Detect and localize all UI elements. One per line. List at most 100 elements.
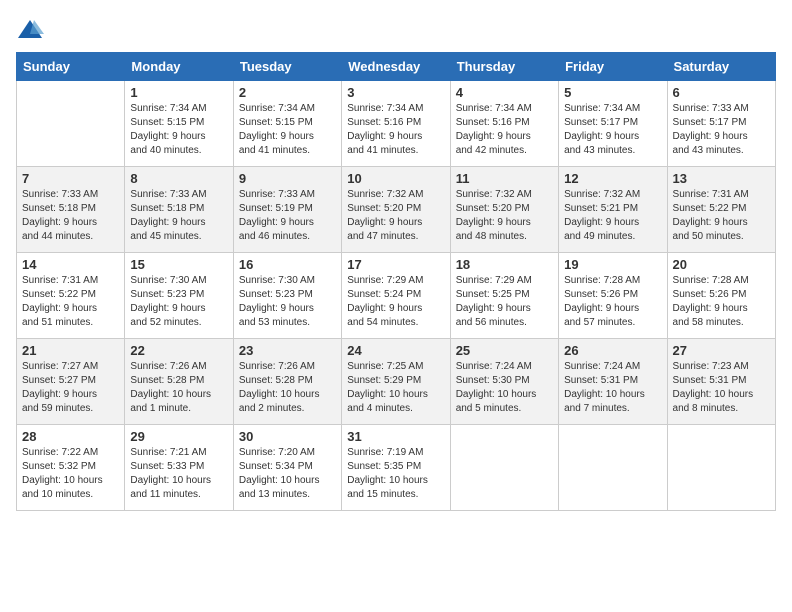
calendar-cell: 15 Sunrise: 7:30 AM Sunset: 5:23 PM Dayli… bbox=[125, 253, 233, 339]
day-info: Sunrise: 7:28 AM Sunset: 5:26 PM Dayligh… bbox=[673, 274, 770, 330]
day-number: 30 bbox=[239, 429, 336, 444]
calendar-cell: 28 Sunrise: 7:22 AM Sunset: 5:32 PM Dayli… bbox=[17, 425, 125, 511]
day-info: Sunrise: 7:34 AM Sunset: 5:16 PM Dayligh… bbox=[347, 102, 444, 158]
day-number: 27 bbox=[673, 343, 770, 358]
day-number: 20 bbox=[673, 257, 770, 272]
day-number: 17 bbox=[347, 257, 444, 272]
day-number: 25 bbox=[456, 343, 553, 358]
calendar-cell: 7 Sunrise: 7:33 AM Sunset: 5:18 PM Daylig… bbox=[17, 167, 125, 253]
calendar-week-row: 1 Sunrise: 7:34 AM Sunset: 5:15 PM Daylig… bbox=[17, 81, 776, 167]
day-number: 6 bbox=[673, 85, 770, 100]
calendar-cell: 23 Sunrise: 7:26 AM Sunset: 5:28 PM Dayli… bbox=[233, 339, 341, 425]
logo-icon bbox=[16, 16, 44, 44]
day-number: 18 bbox=[456, 257, 553, 272]
calendar-cell: 19 Sunrise: 7:28 AM Sunset: 5:26 PM Dayli… bbox=[559, 253, 667, 339]
calendar-cell: 25 Sunrise: 7:24 AM Sunset: 5:30 PM Dayli… bbox=[450, 339, 558, 425]
calendar-cell: 2 Sunrise: 7:34 AM Sunset: 5:15 PM Daylig… bbox=[233, 81, 341, 167]
day-header-sunday: Sunday bbox=[17, 53, 125, 81]
day-number: 3 bbox=[347, 85, 444, 100]
page-header bbox=[16, 16, 776, 44]
day-number: 4 bbox=[456, 85, 553, 100]
calendar-week-row: 14Sunrise: 7:31 AM Sunset: 5:22 PM Dayli… bbox=[17, 253, 776, 339]
logo bbox=[16, 16, 48, 44]
day-info: Sunrise: 7:30 AM Sunset: 5:23 PM Dayligh… bbox=[130, 274, 227, 330]
day-info: Sunrise: 7:22 AM Sunset: 5:32 PM Dayligh… bbox=[22, 446, 119, 502]
day-number: 2 bbox=[239, 85, 336, 100]
day-number: 19 bbox=[564, 257, 661, 272]
day-info: Sunrise: 7:24 AM Sunset: 5:30 PM Dayligh… bbox=[456, 360, 553, 416]
calendar-cell: 18 Sunrise: 7:29 AM Sunset: 5:25 PM Dayli… bbox=[450, 253, 558, 339]
calendar-cell bbox=[559, 425, 667, 511]
day-number: 1 bbox=[130, 85, 227, 100]
calendar-cell: 11 Sunrise: 7:32 AM Sunset: 5:20 PM Dayli… bbox=[450, 167, 558, 253]
day-info: Sunrise: 7:33 AM Sunset: 5:18 PM Dayligh… bbox=[130, 188, 227, 244]
calendar-cell: 4 Sunrise: 7:34 AM Sunset: 5:16 PM Daylig… bbox=[450, 81, 558, 167]
calendar-cell: 20 Sunrise: 7:28 AM Sunset: 5:26 PM Dayli… bbox=[667, 253, 775, 339]
day-info: Sunrise: 7:29 AM Sunset: 5:24 PM Dayligh… bbox=[347, 274, 444, 330]
calendar-cell: 12 Sunrise: 7:32 AM Sunset: 5:21 PM Dayli… bbox=[559, 167, 667, 253]
day-info: Sunrise: 7:33 AM Sunset: 5:19 PM Dayligh… bbox=[239, 188, 336, 244]
calendar-cell: 14Sunrise: 7:31 AM Sunset: 5:22 PM Dayli… bbox=[17, 253, 125, 339]
day-number: 31 bbox=[347, 429, 444, 444]
day-info: Sunrise: 7:34 AM Sunset: 5:16 PM Dayligh… bbox=[456, 102, 553, 158]
day-info: Sunrise: 7:28 AM Sunset: 5:26 PM Dayligh… bbox=[564, 274, 661, 330]
calendar-cell: 22 Sunrise: 7:26 AM Sunset: 5:28 PM Dayli… bbox=[125, 339, 233, 425]
calendar-cell: 9 Sunrise: 7:33 AM Sunset: 5:19 PM Daylig… bbox=[233, 167, 341, 253]
day-number: 22 bbox=[130, 343, 227, 358]
calendar-cell: 13Sunrise: 7:31 AM Sunset: 5:22 PM Dayli… bbox=[667, 167, 775, 253]
day-number: 24 bbox=[347, 343, 444, 358]
day-info: Sunrise: 7:34 AM Sunset: 5:15 PM Dayligh… bbox=[130, 102, 227, 158]
calendar-table: SundayMondayTuesdayWednesdayThursdayFrid… bbox=[16, 52, 776, 511]
calendar-header-row: SundayMondayTuesdayWednesdayThursdayFrid… bbox=[17, 53, 776, 81]
day-info: Sunrise: 7:23 AM Sunset: 5:31 PM Dayligh… bbox=[673, 360, 770, 416]
day-info: Sunrise: 7:20 AM Sunset: 5:34 PM Dayligh… bbox=[239, 446, 336, 502]
calendar-cell: 6Sunrise: 7:33 AM Sunset: 5:17 PM Daylig… bbox=[667, 81, 775, 167]
day-info: Sunrise: 7:24 AM Sunset: 5:31 PM Dayligh… bbox=[564, 360, 661, 416]
calendar-cell: 3 Sunrise: 7:34 AM Sunset: 5:16 PM Daylig… bbox=[342, 81, 450, 167]
day-number: 15 bbox=[130, 257, 227, 272]
day-header-thursday: Thursday bbox=[450, 53, 558, 81]
day-info: Sunrise: 7:26 AM Sunset: 5:28 PM Dayligh… bbox=[130, 360, 227, 416]
calendar-cell: 8Sunrise: 7:33 AM Sunset: 5:18 PM Daylig… bbox=[125, 167, 233, 253]
calendar-week-row: 21 Sunrise: 7:27 AM Sunset: 5:27 PM Dayli… bbox=[17, 339, 776, 425]
calendar-cell bbox=[450, 425, 558, 511]
day-number: 21 bbox=[22, 343, 119, 358]
day-number: 7 bbox=[22, 171, 119, 186]
day-info: Sunrise: 7:32 AM Sunset: 5:21 PM Dayligh… bbox=[564, 188, 661, 244]
day-info: Sunrise: 7:21 AM Sunset: 5:33 PM Dayligh… bbox=[130, 446, 227, 502]
day-header-tuesday: Tuesday bbox=[233, 53, 341, 81]
calendar-cell: 24 Sunrise: 7:25 AM Sunset: 5:29 PM Dayli… bbox=[342, 339, 450, 425]
day-info: Sunrise: 7:26 AM Sunset: 5:28 PM Dayligh… bbox=[239, 360, 336, 416]
calendar-cell: 31 Sunrise: 7:19 AM Sunset: 5:35 PM Dayli… bbox=[342, 425, 450, 511]
day-number: 13 bbox=[673, 171, 770, 186]
day-header-wednesday: Wednesday bbox=[342, 53, 450, 81]
day-number: 12 bbox=[564, 171, 661, 186]
day-number: 14 bbox=[22, 257, 119, 272]
day-info: Sunrise: 7:34 AM Sunset: 5:15 PM Dayligh… bbox=[239, 102, 336, 158]
day-number: 5 bbox=[564, 85, 661, 100]
day-info: Sunrise: 7:29 AM Sunset: 5:25 PM Dayligh… bbox=[456, 274, 553, 330]
day-number: 9 bbox=[239, 171, 336, 186]
day-number: 26 bbox=[564, 343, 661, 358]
day-number: 28 bbox=[22, 429, 119, 444]
calendar-cell: 17 Sunrise: 7:29 AM Sunset: 5:24 PM Dayli… bbox=[342, 253, 450, 339]
calendar-cell: 29Sunrise: 7:21 AM Sunset: 5:33 PM Dayli… bbox=[125, 425, 233, 511]
calendar-cell bbox=[17, 81, 125, 167]
day-header-friday: Friday bbox=[559, 53, 667, 81]
day-number: 23 bbox=[239, 343, 336, 358]
day-number: 10 bbox=[347, 171, 444, 186]
calendar-cell: 16Sunrise: 7:30 AM Sunset: 5:23 PM Dayli… bbox=[233, 253, 341, 339]
day-info: Sunrise: 7:34 AM Sunset: 5:17 PM Dayligh… bbox=[564, 102, 661, 158]
calendar-cell bbox=[667, 425, 775, 511]
day-info: Sunrise: 7:27 AM Sunset: 5:27 PM Dayligh… bbox=[22, 360, 119, 416]
calendar-cell: 5 Sunrise: 7:34 AM Sunset: 5:17 PM Daylig… bbox=[559, 81, 667, 167]
day-number: 11 bbox=[456, 171, 553, 186]
day-header-monday: Monday bbox=[125, 53, 233, 81]
calendar-cell: 1 Sunrise: 7:34 AM Sunset: 5:15 PM Daylig… bbox=[125, 81, 233, 167]
day-info: Sunrise: 7:32 AM Sunset: 5:20 PM Dayligh… bbox=[347, 188, 444, 244]
day-info: Sunrise: 7:25 AM Sunset: 5:29 PM Dayligh… bbox=[347, 360, 444, 416]
day-info: Sunrise: 7:32 AM Sunset: 5:20 PM Dayligh… bbox=[456, 188, 553, 244]
calendar-week-row: 28 Sunrise: 7:22 AM Sunset: 5:32 PM Dayli… bbox=[17, 425, 776, 511]
day-info: Sunrise: 7:33 AM Sunset: 5:18 PM Dayligh… bbox=[22, 188, 119, 244]
day-info: Sunrise: 7:19 AM Sunset: 5:35 PM Dayligh… bbox=[347, 446, 444, 502]
